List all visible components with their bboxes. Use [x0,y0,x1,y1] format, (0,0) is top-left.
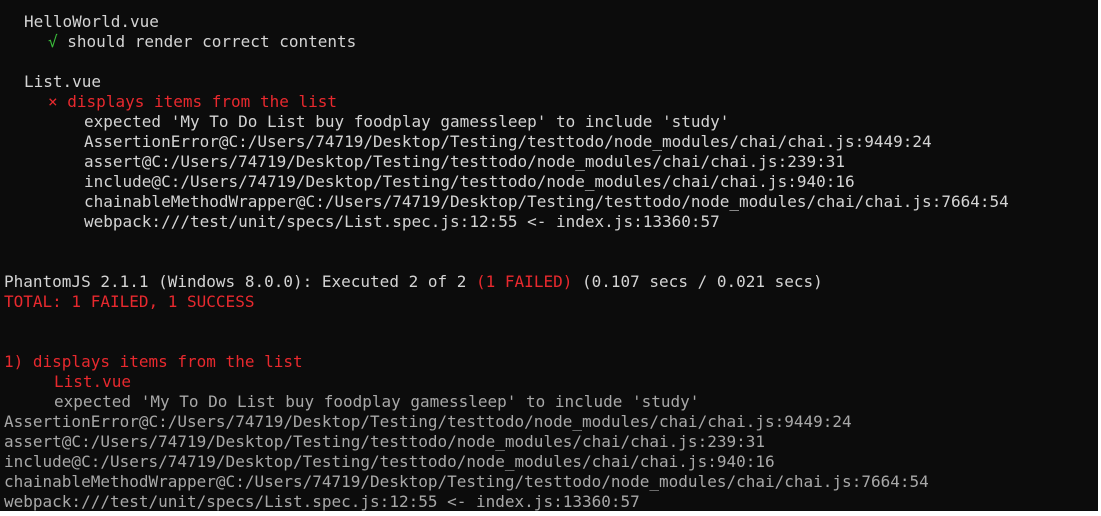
passed-test-line: √ should render correct contents [48,32,356,52]
failed-test-line: × displays items from the list [48,92,337,112]
failure-message: expected 'My To Do List buy foodplay gam… [54,392,700,411]
stack-frame: webpack:///test/unit/specs/List.spec.js:… [84,212,720,231]
total-summary: TOTAL: 1 FAILED, 1 SUCCESS [4,292,255,311]
stack-frame: AssertionError@C:/Users/74719/Desktop/Te… [84,132,932,151]
stack-frame: chainableMethodWrapper@C:/Users/74719/De… [84,192,1009,211]
cross-icon: × [48,92,58,111]
failure-stack-frame: include@C:/Users/74719/Desktop/Testing/t… [4,452,775,471]
stack-frame: assert@C:/Users/74719/Desktop/Testing/te… [84,152,845,171]
passed-test-name: should render correct contents [67,32,357,51]
failure-stack-frame: chainableMethodWrapper@C:/Users/74719/De… [4,472,929,491]
check-icon: √ [48,32,58,51]
error-message: expected 'My To Do List buy foodplay gam… [84,112,730,131]
timing-info: (0.107 secs / 0.021 secs) [581,272,823,291]
spec-file-helloworld: HelloWorld.vue [24,12,159,31]
failure-stack-frame: AssertionError@C:/Users/74719/Desktop/Te… [4,412,852,431]
run-summary: PhantomJS 2.1.1 (Windows 8.0.0): Execute… [4,272,823,292]
failed-count: (1 FAILED) [476,272,573,291]
failure-title: 1) displays items from the list [4,352,303,371]
failed-test-name: displays items from the list [67,92,337,111]
window-bottom-edge [0,511,1101,516]
failure-stack-frame: webpack:///test/unit/specs/List.spec.js:… [4,492,640,511]
failure-stack-frame: assert@C:/Users/74719/Desktop/Testing/te… [4,432,765,451]
runner-info: PhantomJS 2.1.1 (Windows 8.0.0): Execute… [4,272,467,291]
spec-file-list: List.vue [24,72,102,91]
terminal-window[interactable]: HelloWorld.vue √ should render correct c… [0,0,1098,511]
stack-frame: include@C:/Users/74719/Desktop/Testing/t… [84,172,855,191]
failure-file: List.vue [54,372,132,391]
